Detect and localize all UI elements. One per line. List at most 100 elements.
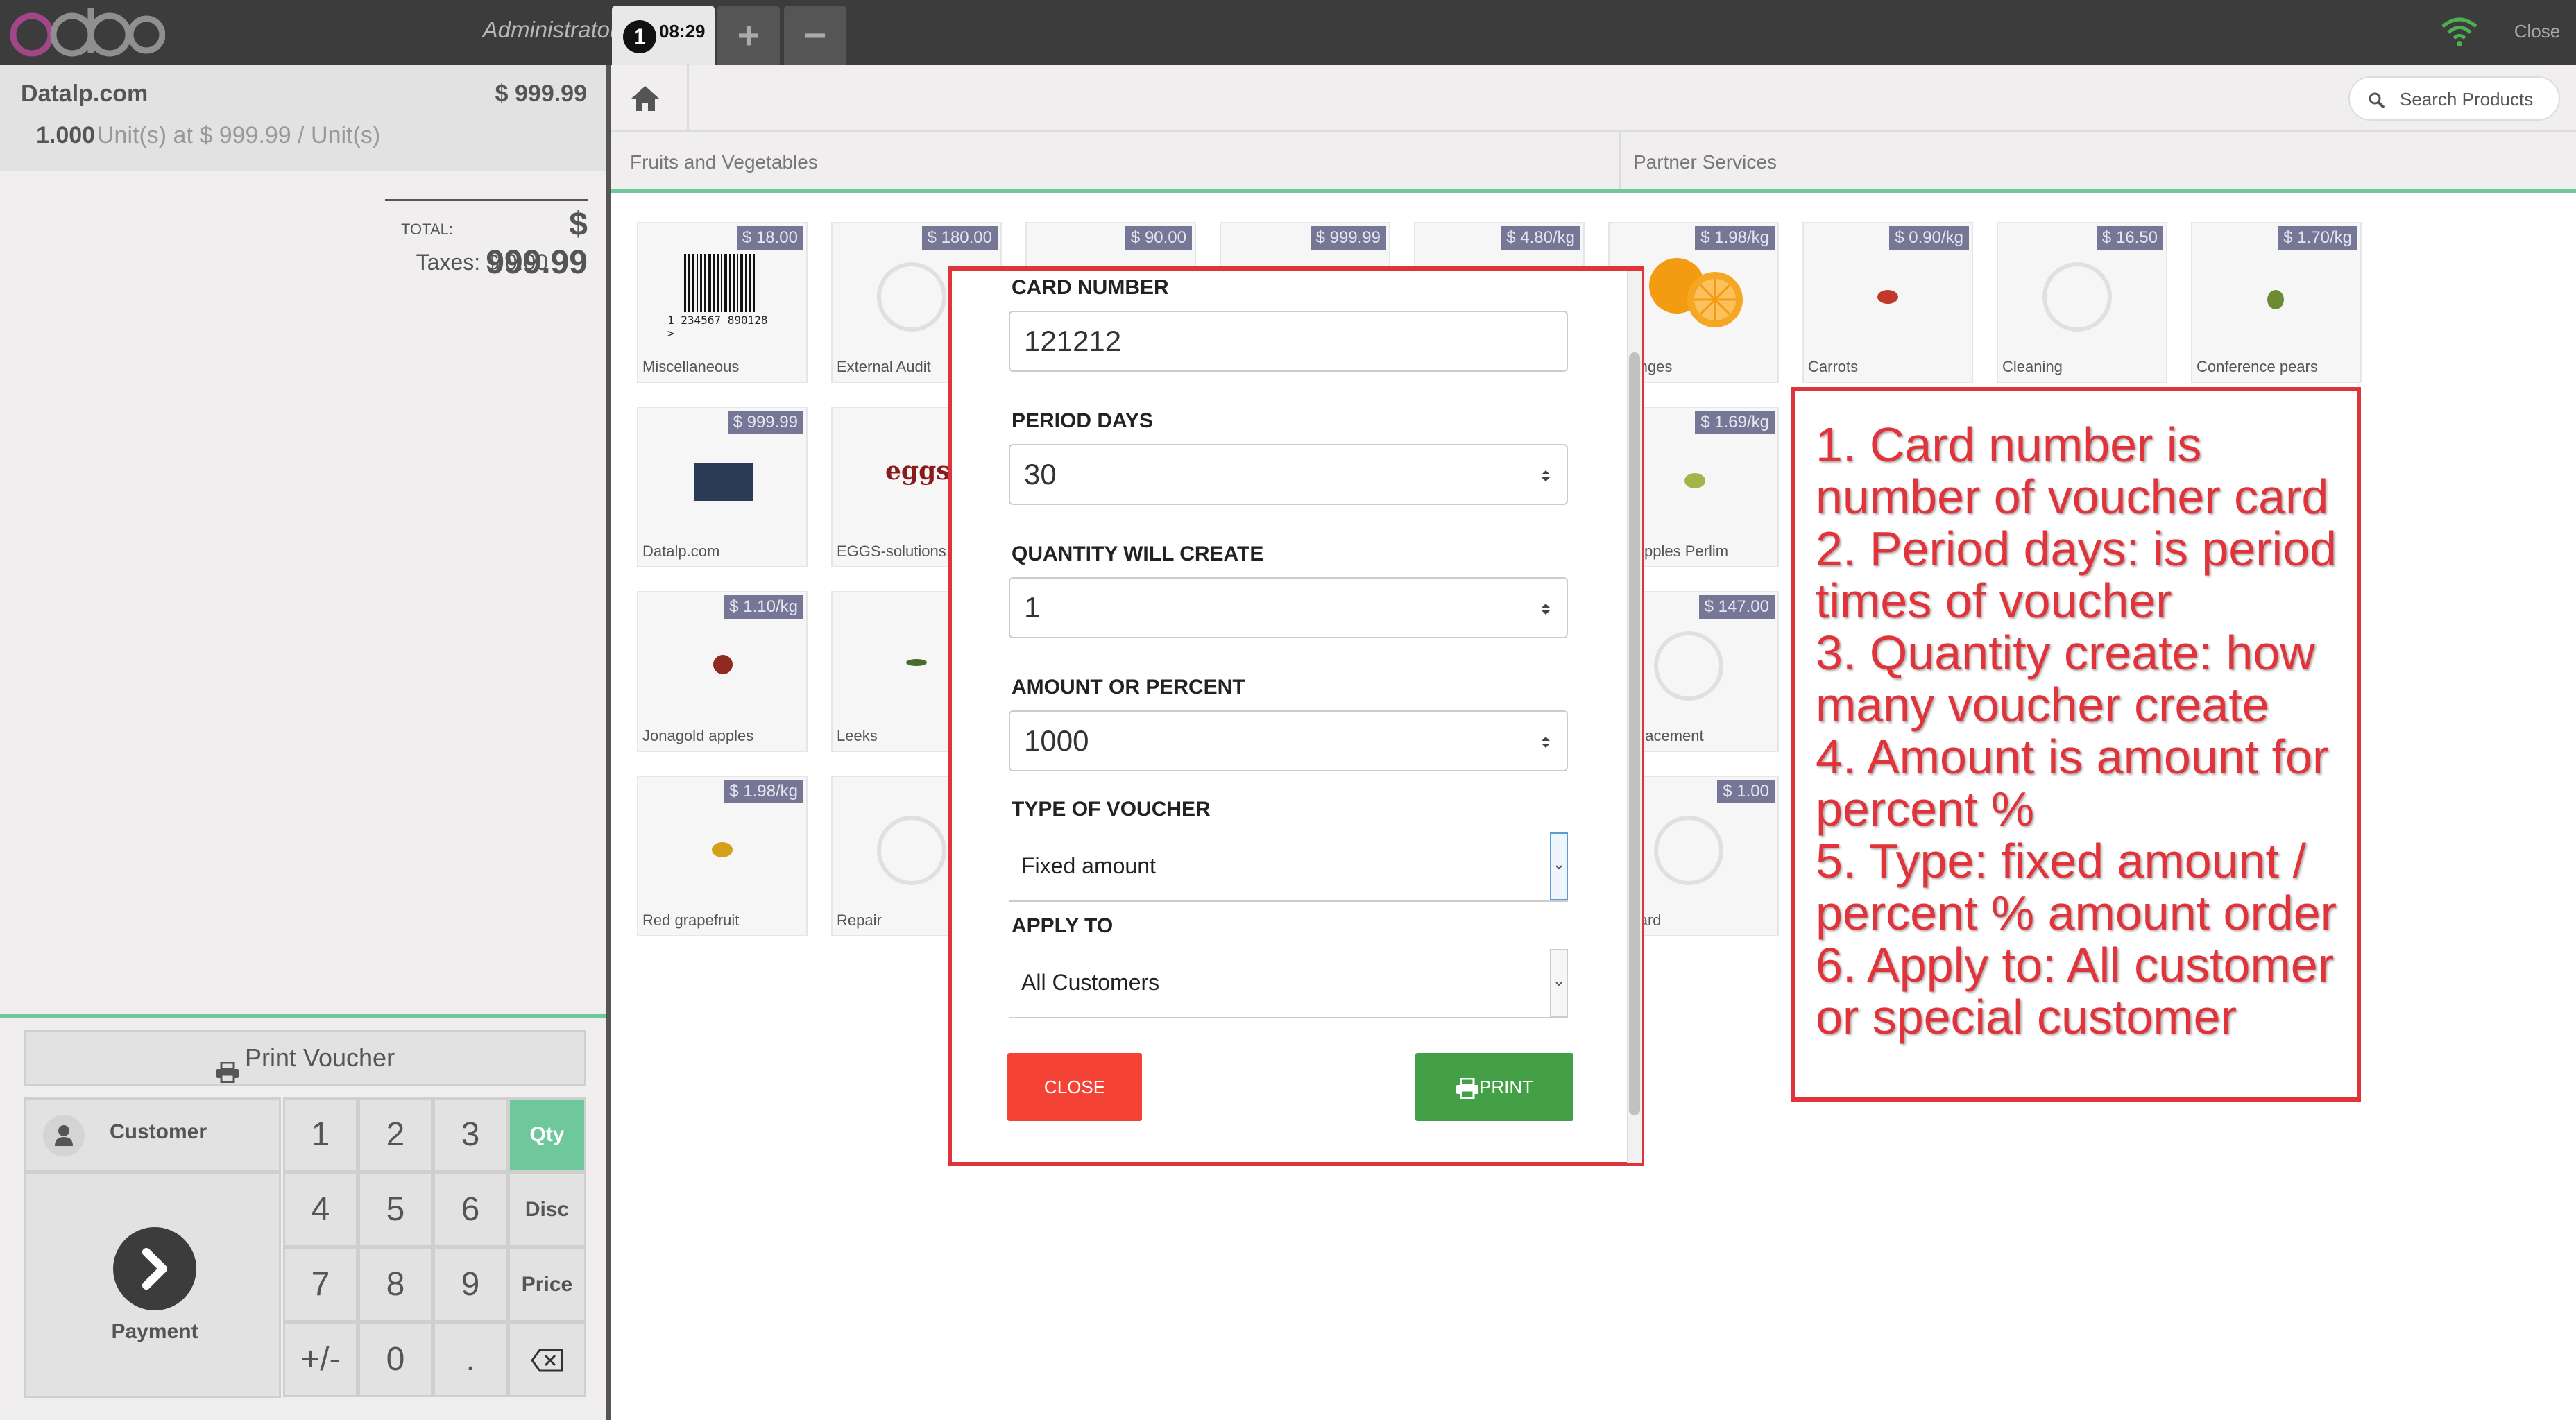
search-input[interactable]: Search Products [2348, 76, 2560, 121]
mode-qty-button[interactable]: Qty [508, 1097, 586, 1172]
order-line-name: Datalp.com [21, 80, 148, 107]
home-icon[interactable] [630, 85, 660, 112]
numpad-key-2[interactable]: 2 [358, 1097, 433, 1172]
product-price: $ 1.00 [1717, 780, 1775, 803]
carrots-image [1877, 290, 1898, 304]
product-price: $ 1.98/kg [724, 780, 803, 803]
amount-label: AMOUNT OR PERCENT [1012, 676, 1245, 699]
wifi-icon [2439, 14, 2480, 49]
backspace-icon [530, 1349, 563, 1372]
search-icon [2369, 92, 2385, 109]
numpad-key-7[interactable]: 7 [283, 1247, 358, 1322]
product-name: Miscellaneous [642, 358, 740, 375]
numpad-key-4[interactable]: 4 [283, 1172, 358, 1247]
close-button[interactable]: CLOSE [1007, 1053, 1142, 1121]
chevron-down-icon [1550, 949, 1568, 1017]
order-line[interactable]: Datalp.com $ 999.99 1.000 Unit(s) at $ 9… [0, 65, 606, 171]
product-price: $ 147.00 [1698, 595, 1775, 619]
top-bar: Administrator 1 08:29 + − Close [0, 0, 2576, 65]
category-fruits-vegetables[interactable]: Fruits and Vegetables [630, 151, 1046, 179]
backspace-button[interactable] [508, 1322, 586, 1397]
product-name: Red grapefruit [642, 912, 740, 929]
product-card[interactable]: $ 1.70/kg Conference pears [2191, 222, 2362, 383]
product-price: $ 0.90/kg [1889, 226, 1969, 250]
scrollbar-thumb[interactable] [1629, 352, 1640, 1115]
numpad-key-0[interactable]: 0 [358, 1322, 433, 1397]
product-card[interactable]: $ 16.50 Cleaning [1997, 222, 2167, 383]
print-label: PRINT [1479, 1077, 1533, 1097]
delete-order-button[interactable]: − [784, 6, 846, 65]
order-line-detail: Unit(s) at $ 999.99 / Unit(s) [97, 122, 381, 148]
numpad-key-9[interactable]: 9 [433, 1247, 508, 1322]
apples-image [1684, 473, 1705, 488]
new-order-button[interactable]: + [717, 6, 780, 65]
close-session-button[interactable]: Close [2498, 0, 2576, 65]
quantity-input[interactable]: 1 [1009, 577, 1568, 638]
product-name: Datalp.com [642, 542, 720, 560]
product-name: Conference pears [2197, 358, 2318, 375]
breadcrumb: Search Products [611, 65, 2576, 132]
category-divider [1619, 132, 1621, 189]
print-button[interactable]: PRINT [1415, 1053, 1573, 1121]
card-number-input[interactable]: 121212 [1009, 311, 1568, 372]
apply-to-select[interactable]: All Customers [1009, 949, 1568, 1018]
product-card[interactable]: $ 999.99 Datalp.com [637, 407, 808, 567]
username: Administrator [482, 17, 617, 42]
numpad-key-6[interactable]: 6 [433, 1172, 508, 1247]
period-days-input[interactable]: 30 [1009, 444, 1568, 505]
amount-input[interactable]: 1000 [1009, 710, 1568, 771]
numpad-key-plusminus[interactable]: +/- [283, 1322, 358, 1397]
dialog-scrollbar[interactable] [1627, 271, 1642, 1163]
period-days-label: PERIOD DAYS [1012, 409, 1153, 432]
product-card[interactable]: $ 18.00 1 234567 890128 > Miscellaneous [637, 222, 808, 383]
voucher-type-value: Fixed amount [1021, 853, 1156, 878]
user-icon [43, 1115, 85, 1156]
barcode-image: 1 234567 890128 > [666, 251, 777, 340]
product-price: $ 999.99 [1310, 226, 1386, 250]
payment-button[interactable]: Payment [24, 1172, 281, 1398]
printer-icon [216, 1049, 239, 1084]
apply-to-value: All Customers [1021, 970, 1160, 995]
voucher-type-select[interactable]: Fixed amount [1009, 832, 1568, 902]
chevron-right-icon [113, 1227, 196, 1310]
product-card[interactable]: $ 1.10/kg Jonagold apples [637, 591, 808, 752]
product-card[interactable]: $ 1.98/kg Red grapefruit [637, 776, 808, 936]
print-voucher-button[interactable]: Print Voucher [24, 1030, 586, 1086]
printer-icon [1456, 1077, 1478, 1100]
category-partner-services[interactable]: Partner Services [1633, 151, 2049, 179]
product-price: $ 18.00 [736, 226, 803, 250]
category-bar: Fruits and Vegetables Partner Services [611, 132, 2576, 193]
product-name: Jonagold apples [642, 727, 754, 744]
plus-icon: + [737, 13, 760, 57]
numpad-key-3[interactable]: 3 [433, 1097, 508, 1172]
product-price: $ 1.10/kg [724, 595, 803, 619]
pears-image [2267, 290, 2284, 309]
camera-icon [2042, 262, 2112, 332]
product-card[interactable]: $ 0.90/kg Carrots [1802, 222, 1973, 383]
taxes-value: Taxes: $ 0.00 [416, 250, 548, 275]
product-price: $ 999.99 [727, 411, 803, 434]
customer-label: Customer [110, 1120, 207, 1143]
product-price: $ 180.00 [921, 226, 998, 250]
breadcrumb-divider [687, 65, 689, 132]
product-price: $ 90.00 [1125, 226, 1192, 250]
customer-button[interactable]: Customer [24, 1097, 281, 1172]
spinner-icon [1542, 470, 1550, 481]
product-price: $ 1.70/kg [2278, 226, 2357, 250]
barcode-text: 1 234567 890128 > [667, 314, 768, 340]
numpad-key-1[interactable]: 1 [283, 1097, 358, 1172]
amount-value: 1000 [1024, 724, 1089, 757]
mode-disc-button[interactable]: Disc [508, 1172, 586, 1247]
payment-label: Payment [111, 1320, 198, 1343]
numpad-key-8[interactable]: 8 [358, 1247, 433, 1322]
order-line-qty: 1.000 [36, 122, 96, 148]
voucher-type-label: TYPE OF VOUCHER [1012, 798, 1211, 821]
order-tab[interactable]: 1 08:29 [612, 6, 715, 65]
numpad-key-5[interactable]: 5 [358, 1172, 433, 1247]
product-price: $ 1.98/kg [1695, 226, 1775, 250]
camera-icon [877, 816, 946, 885]
numpad-key-dot[interactable]: . [433, 1322, 508, 1397]
mode-price-button[interactable]: Price [508, 1247, 586, 1322]
odoo-logo [6, 3, 166, 61]
product-price: $ 16.50 [2096, 226, 2163, 250]
